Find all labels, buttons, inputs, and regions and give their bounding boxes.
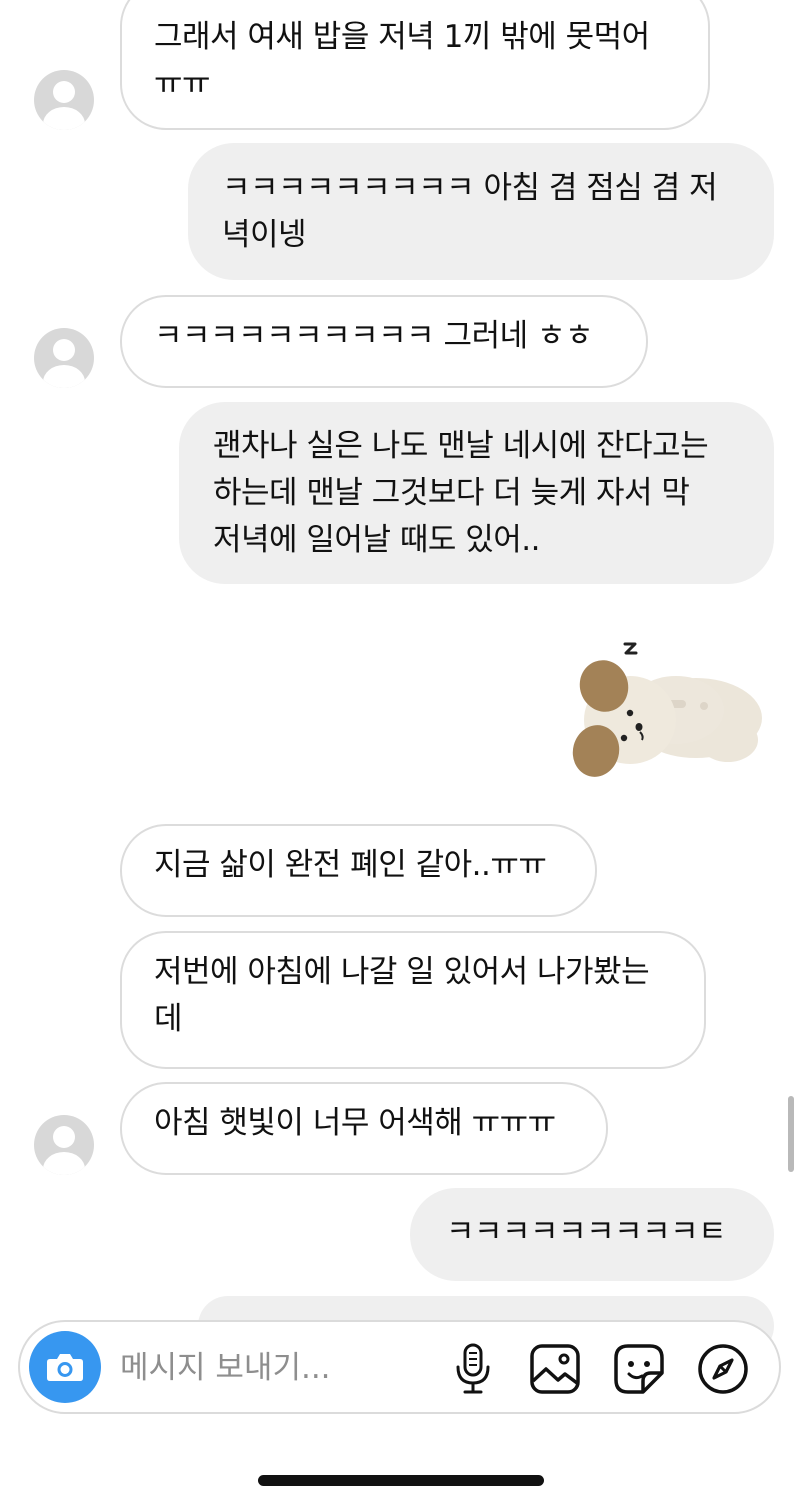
explore-icon [698, 1344, 748, 1394]
sent-message[interactable]: 괜차나 실은 나도 맨날 네시에 잔다고는 하는데 맨날 그것보다 더 늦게 자… [179, 402, 774, 584]
scrollbar[interactable] [788, 1096, 794, 1172]
gallery-button[interactable] [528, 1342, 582, 1396]
sleeping-puppy-sticker[interactable] [562, 636, 768, 786]
received-message[interactable]: 저번에 아침에 나갈 일 있어서 나가봤는 데 [120, 931, 706, 1069]
received-message[interactable]: 지금 삶이 완전 폐인 같아..ㅠㅠ [120, 824, 597, 917]
avatar[interactable] [34, 1115, 94, 1175]
received-message[interactable]: 아침 햇빛이 너무 어색해 ㅠㅠㅠ [120, 1082, 608, 1175]
avatar[interactable] [34, 328, 94, 388]
sent-message[interactable]: ㅋㅋㅋㅋㅋㅋㅋㅋㅋㅌ [410, 1188, 774, 1281]
explore-button[interactable] [696, 1342, 750, 1396]
message-composer [18, 1320, 781, 1414]
sent-message[interactable]: ㅋㅋㅋㅋㅋㅋㅋㅋㅋ 아침 겸 점심 겸 저 녁이넹 [188, 143, 774, 280]
sticker-icon [614, 1344, 664, 1394]
home-indicator [258, 1475, 544, 1486]
puppy-illustration [572, 642, 762, 777]
message-input[interactable] [120, 1342, 440, 1394]
camera-button[interactable] [29, 1331, 101, 1403]
avatar[interactable] [34, 70, 94, 130]
microphone-icon [456, 1343, 490, 1394]
microphone-button[interactable] [446, 1342, 500, 1396]
gallery-icon [530, 1344, 580, 1394]
received-message[interactable]: 그래서 여새 밥을 저녁 1끼 밖에 못먹어 ㅠㅠ [120, 0, 710, 130]
camera-icon [46, 1351, 84, 1383]
sticker-button[interactable] [612, 1342, 666, 1396]
received-message[interactable]: ㅋㅋㅋㅋㅋㅋㅋㅋㅋㅋ 그러네 ㅎㅎ [120, 295, 648, 388]
